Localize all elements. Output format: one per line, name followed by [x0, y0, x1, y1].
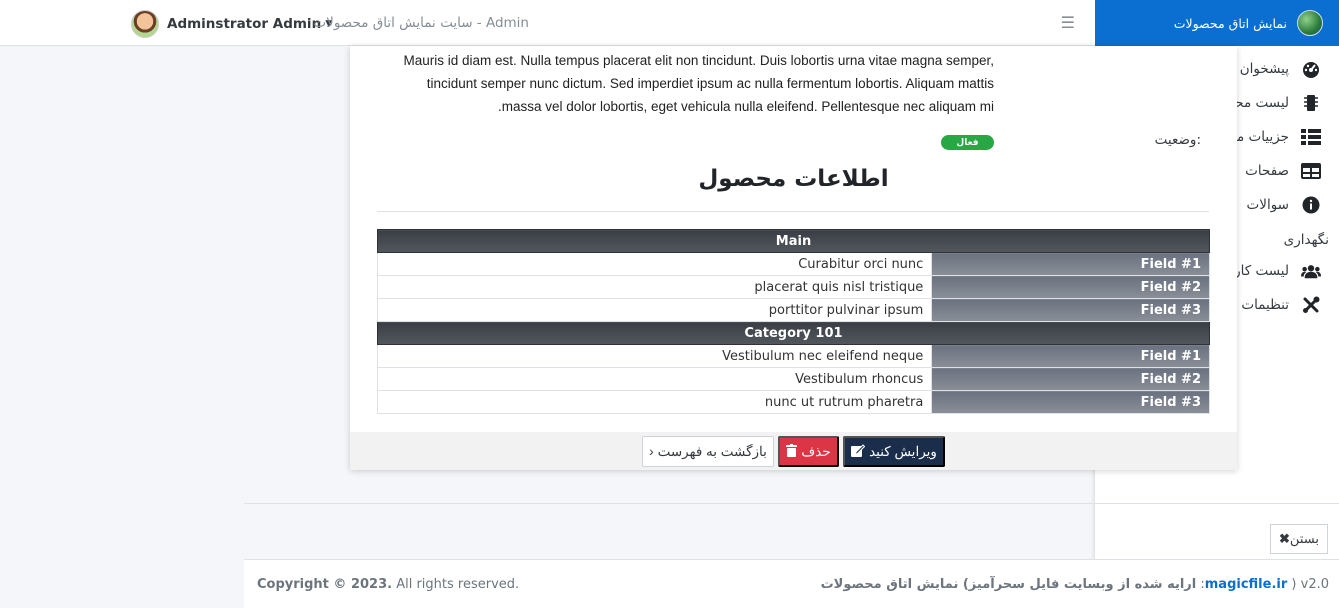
field-name: Field #3: [931, 390, 1210, 414]
edit-button[interactable]: ویرایش کنید: [843, 436, 945, 467]
field-name: Field #2: [931, 275, 1210, 299]
delete-label: حذف: [801, 443, 831, 459]
field-value: placerat quis nisl tristique: [376, 275, 933, 299]
tools-icon: [1301, 295, 1321, 315]
field-value: Vestibulum rhoncus: [376, 367, 933, 391]
version: v2.0: [1300, 577, 1329, 592]
credit-text: ارایه شده از وبسایت فایل سحرآمیز) نمایش …: [820, 577, 1197, 592]
edit-label: ویرایش کنید: [869, 443, 937, 459]
brand-link[interactable]: نمایش اتاق محصولات: [1095, 0, 1339, 46]
table-icon: [1301, 161, 1321, 181]
spec-group-row: Main: [377, 229, 1210, 253]
field-value: nunc ut rutrum pharetra: [376, 390, 933, 414]
trash-icon: [786, 443, 798, 460]
status-badge: فعال: [941, 135, 994, 150]
product-description: Mauris id diam est. Nulla tempus placera…: [403, 53, 994, 114]
spec-group-row: Category 101: [377, 321, 1210, 345]
credit: v2.0 ( magicfile.ir: ارایه شده از وبسایت…: [820, 577, 1329, 592]
back-label: بازگشت به فهرست: [657, 443, 767, 459]
users-icon: [1301, 261, 1321, 281]
table-row: nunc ut rutrum pharetra Field #3: [376, 390, 1210, 414]
user-menu[interactable]: Adminstrator Admin ▼: [131, 10, 332, 38]
table-row: Curabitur orci nunc Field #1: [376, 252, 1210, 276]
copyright-year: Copyright © 2023.: [257, 577, 393, 592]
close-label: بستن: [1289, 531, 1319, 546]
table-row: porttitor pulvinar ipsum Field #3: [376, 298, 1210, 322]
copyright-text: All rights reserved.: [392, 577, 520, 592]
info-icon: [1301, 195, 1321, 215]
content-divider: [244, 503, 1339, 504]
credit-paren: (: [1291, 577, 1297, 592]
sidebar-item-label: سوالات: [1246, 197, 1289, 213]
edit-icon: [851, 443, 866, 460]
top-navbar: Adminstrator Admin ▼ Admin - سایت نمایش …: [0, 0, 1095, 46]
delete-button[interactable]: حذف: [778, 436, 839, 467]
chip-icon: [1301, 93, 1321, 113]
footer: Copyright © 2023. All rights reserved. v…: [244, 559, 1339, 608]
product-card: Mauris id diam est. Nulla tempus placera…: [350, 46, 1237, 470]
field-name: Field #2: [931, 367, 1210, 391]
table-row: placerat quis nisl tristique Field #2: [376, 275, 1210, 299]
brand-title: نمایش اتاق محصولات: [1173, 15, 1287, 31]
credit-link[interactable]: magicfile.ir: [1205, 577, 1288, 592]
field-name: Field #3: [931, 298, 1210, 322]
close-button[interactable]: ✖ بستن: [1270, 524, 1328, 554]
table-list-icon: [1301, 127, 1321, 147]
back-to-list-button[interactable]: › بازگشت به فهرست: [642, 436, 774, 467]
field-value: porttitor pulvinar ipsum: [376, 298, 933, 322]
field-value: Vestibulum nec eleifend neque: [376, 344, 933, 368]
menu-toggle-icon[interactable]: ☰: [1061, 13, 1075, 32]
section-title: اطلاعات محصول: [698, 166, 889, 192]
chevron-right-icon: ›: [649, 444, 654, 459]
user-name: Adminstrator Admin: [167, 16, 322, 32]
group-name: Category 101: [377, 321, 1210, 345]
divider: [377, 211, 1209, 212]
field-value: Curabitur orci nunc: [376, 252, 933, 276]
user-avatar: [131, 10, 159, 38]
field-name: Field #1: [931, 252, 1210, 276]
site-title: Admin - سایت نمایش اتاق محصولات: [313, 15, 529, 31]
spec-table: Main Curabitur orci nunc Field #1 placera…: [376, 229, 1210, 414]
table-row: Vestibulum rhoncus Field #2: [376, 367, 1210, 391]
dashboard-icon: [1301, 59, 1321, 79]
status-label: وضعیت:: [1154, 132, 1201, 148]
field-name: Field #1: [931, 344, 1210, 368]
copyright: Copyright © 2023. All rights reserved.: [257, 577, 519, 592]
brand-logo-icon: [1297, 10, 1323, 36]
close-icon: ✖: [1279, 531, 1290, 546]
table-row: Vestibulum nec eleifend neque Field #1: [376, 344, 1210, 368]
group-name: Main: [377, 229, 1210, 253]
